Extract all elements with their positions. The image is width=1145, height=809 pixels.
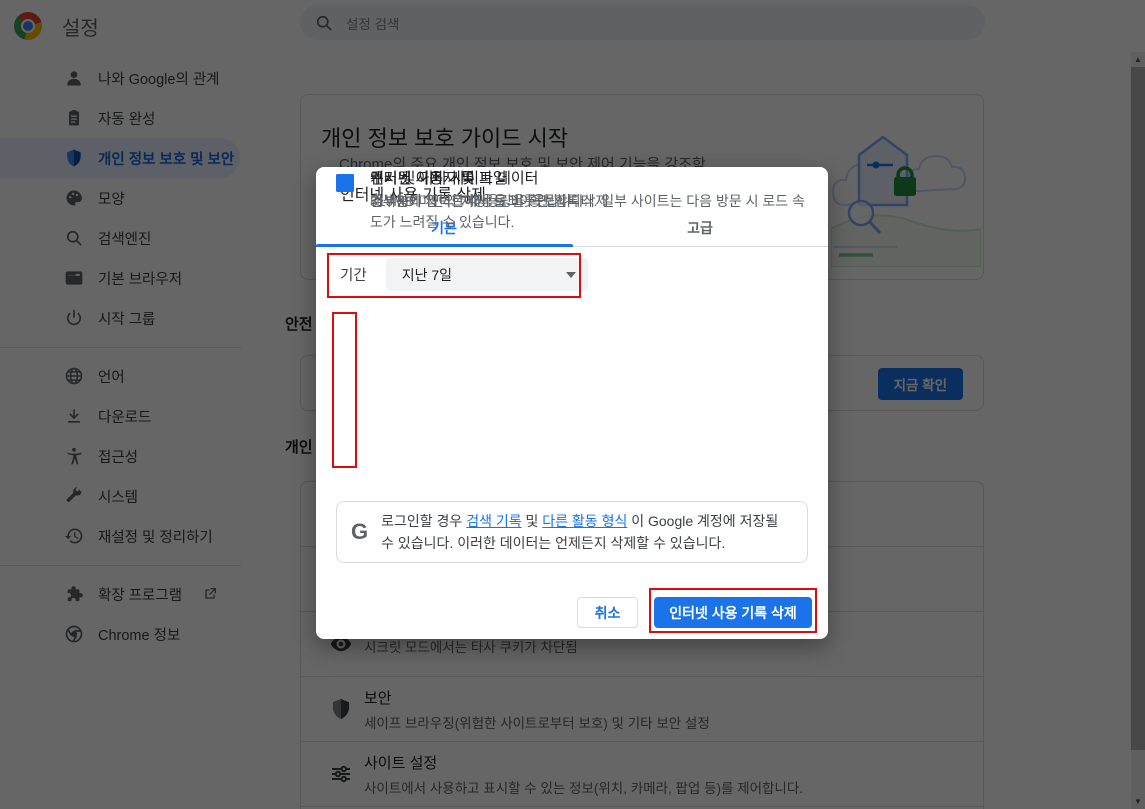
dialog-footer: 취소 인터넷 사용 기록 삭제 <box>577 597 812 628</box>
time-range-row: 기간 지난 7일 <box>340 258 588 291</box>
time-range-value: 지난 7일 <box>402 265 452 285</box>
notice-segment: 검색 기록 <box>466 513 521 529</box>
time-range-select[interactable]: 지난 7일 <box>386 258 588 291</box>
clear-data-button[interactable]: 인터넷 사용 기록 삭제 <box>654 597 812 628</box>
clear-data-checkbox-item: 캐시된 이미지 및 파일 319MB 미만의 저장용량을 확보합니다. 일부 사… <box>336 167 810 233</box>
active-tab-underline <box>316 244 573 247</box>
checkbox-item-description: 319MB 미만의 저장용량을 확보합니다. 일부 사이트는 다음 방문 시 로… <box>370 191 810 233</box>
notice-segment: 로그인할 경우 <box>381 513 466 529</box>
notice-segment: 다른 활동 형식 <box>542 513 627 529</box>
dropdown-arrow-icon <box>566 272 576 278</box>
chrome-settings-page: 설정 검색 설정 나와 Google의 관계 자동 완성 <box>0 0 1145 809</box>
google-g-icon: G <box>351 519 368 545</box>
notice-text: 로그인할 경우 검색 기록 및 다른 활동 형식 이 Google 계정에 저장… <box>381 510 793 554</box>
time-range-label: 기간 <box>340 264 367 285</box>
checkbox-checked[interactable] <box>336 174 354 192</box>
notice-segment: 및 <box>526 513 543 529</box>
signed-in-notice: G 로그인할 경우 검색 기록 및 다른 활동 형식 이 Google 계정에 … <box>336 501 808 563</box>
checkbox-item-title: 캐시된 이미지 및 파일 <box>370 167 810 188</box>
cancel-button[interactable]: 취소 <box>577 597 638 628</box>
clear-browsing-data-dialog: 인터넷 사용 기록 삭제 기본 고급 기간 지난 7일 인터넷 사용 기록 검색… <box>316 167 828 639</box>
